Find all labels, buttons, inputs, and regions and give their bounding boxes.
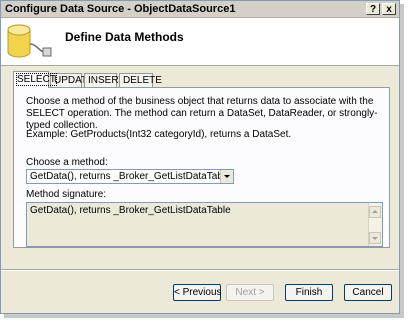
window-shadow-right [400, 4, 404, 318]
tab-select[interactable]: SELECT [13, 71, 57, 88]
wizard-header: Define Data Methods [1, 18, 399, 66]
database-icon [7, 24, 52, 58]
example-text: Example: GetProducts(Int32 categoryId), … [26, 129, 292, 140]
previous-button[interactable]: < Previous [173, 284, 222, 301]
finish-button[interactable]: Finish [285, 284, 333, 301]
choose-method-label: Choose a method: [26, 157, 108, 168]
page-title: Define Data Methods [65, 30, 184, 44]
scroll-down-button[interactable] [369, 232, 381, 244]
method-select-value: GetData(), returns _Broker_GetListDataTa… [30, 171, 231, 182]
chevron-down-icon [224, 175, 230, 178]
window-shadow-bottom [4, 314, 404, 318]
method-description: Choose a method of the business object t… [26, 96, 378, 131]
next-button[interactable]: Next > [226, 284, 274, 301]
button-separator [1, 269, 399, 271]
cancel-button[interactable]: Cancel [344, 284, 392, 301]
title-bar[interactable]: Configure Data Source - ObjectDataSource… [1, 1, 399, 18]
method-signature-label: Method signature: [26, 189, 107, 200]
dialog-window: Configure Data Source - ObjectDataSource… [0, 0, 400, 314]
tab-delete[interactable]: DELETE [119, 73, 162, 87]
help-button[interactable]: ? [366, 3, 380, 15]
window-title: Configure Data Source - ObjectDataSource… [5, 3, 236, 15]
arrow-up-icon [372, 210, 378, 213]
select-tab-panel: Choose a method of the business object t… [13, 87, 390, 248]
method-select[interactable]: GetData(), returns _Broker_GetListDataTa… [26, 169, 234, 184]
close-button[interactable]: x [382, 3, 396, 15]
dropdown-button[interactable] [220, 170, 233, 183]
scroll-up-button[interactable] [369, 206, 381, 218]
arrow-down-icon [372, 237, 378, 240]
method-signature-box: GetData(), returns _Broker_GetListDataTa… [26, 202, 383, 247]
vertical-scrollbar[interactable] [368, 203, 382, 246]
tab-insert[interactable]: INSERT [84, 73, 125, 87]
method-signature-value: GetData(), returns _Broker_GetListDataTa… [30, 205, 231, 216]
tab-select-label: SELECT [16, 73, 57, 86]
